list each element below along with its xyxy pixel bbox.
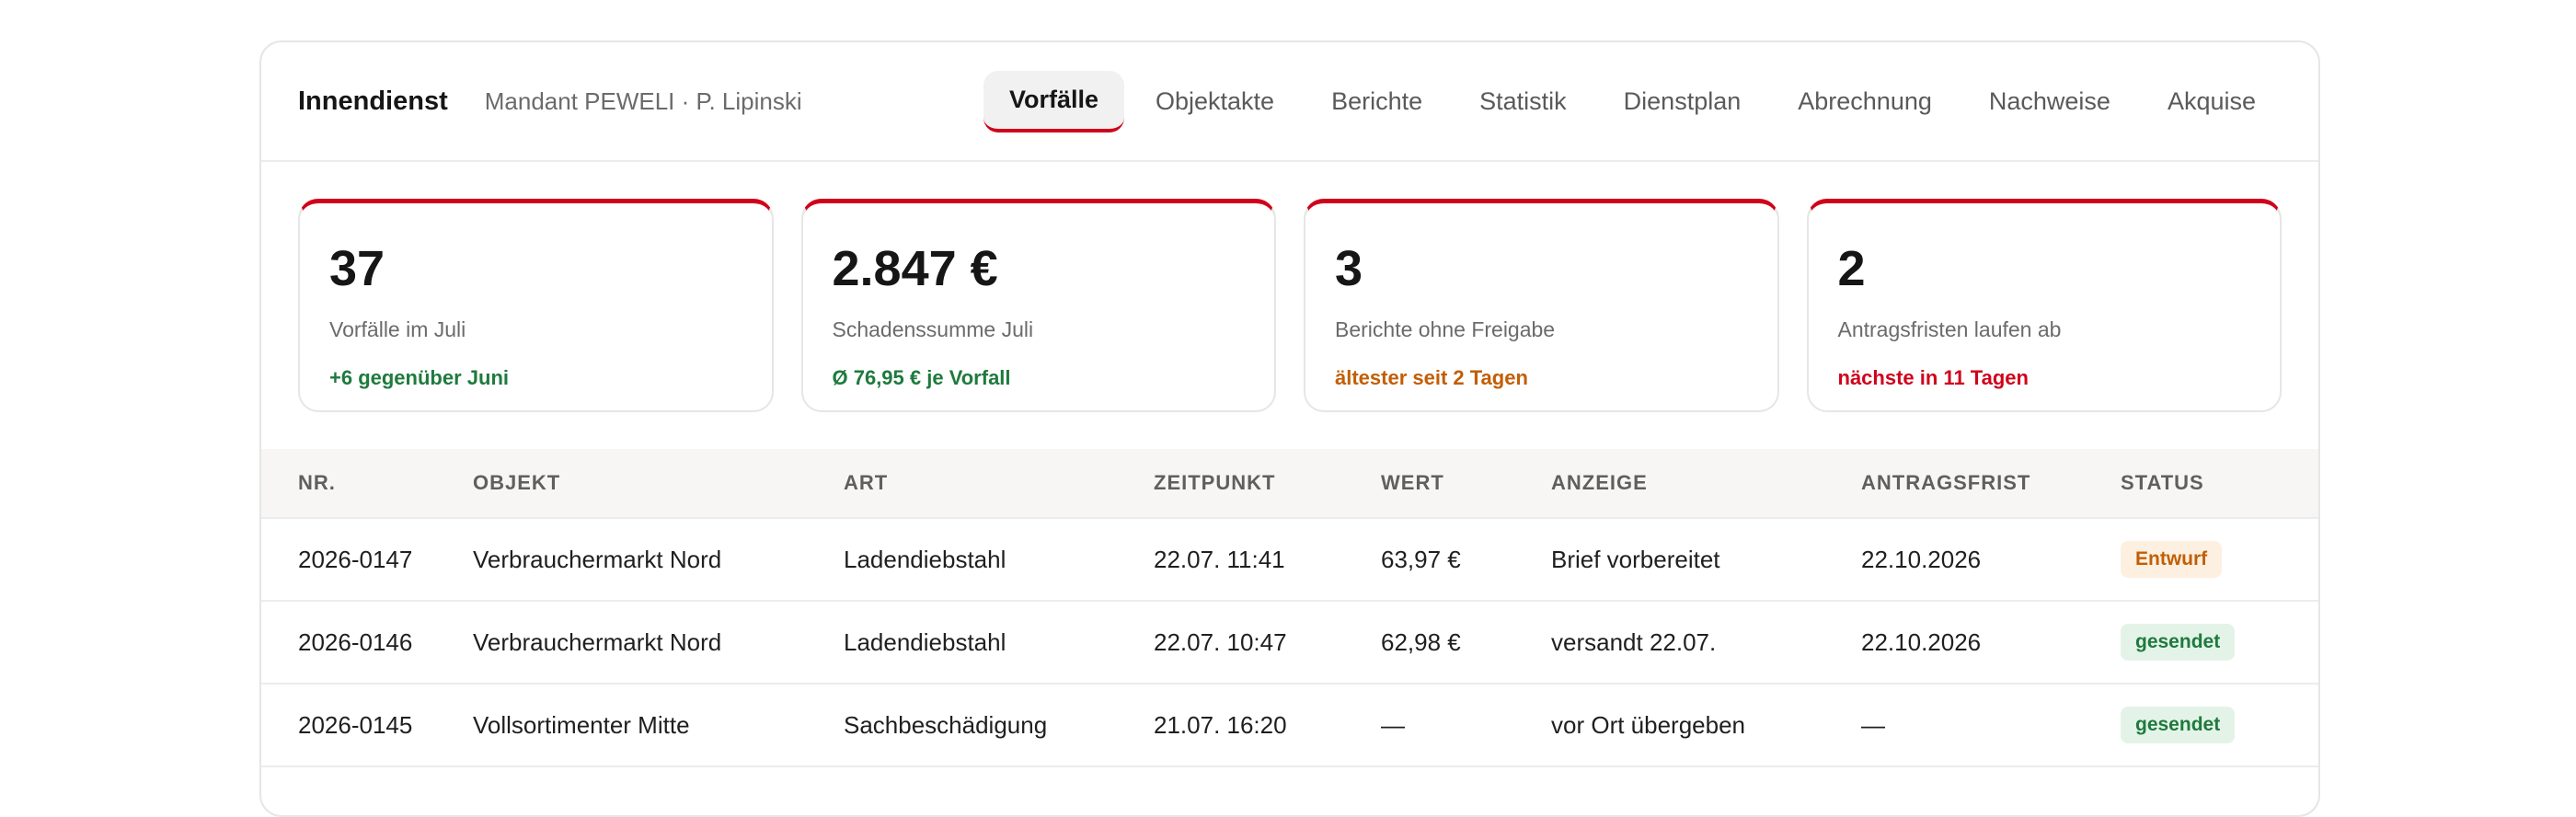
- cell-anzeige: vor Ort übergeben: [1551, 684, 1861, 767]
- tab-statistik[interactable]: Statistik: [1454, 73, 1593, 131]
- tab-vorfaelle[interactable]: Vorfälle: [983, 70, 1124, 132]
- kpi-value: 37: [329, 241, 385, 296]
- cell-objekt: Verbrauchermarkt Nord: [473, 601, 844, 685]
- column-header-objekt[interactable]: OBJEKT: [473, 449, 844, 519]
- column-header-art[interactable]: ART: [844, 449, 1154, 519]
- cell-zeitpunkt: 21.07. 16:20: [1154, 684, 1381, 767]
- status-badge: Entwurf: [2121, 541, 2223, 578]
- cell-nr: 2026-0147: [261, 518, 473, 602]
- kpi-card-deadlines: 2 Antragsfristen laufen ab nächste in 11…: [1806, 199, 2282, 412]
- kpi-note: ältester seit 2 Tagen: [1335, 366, 1528, 389]
- column-header-wert[interactable]: WERT: [1381, 449, 1551, 519]
- kpi-row: 37 Vorfälle im Juli +6 gegenüber Juni 2.…: [261, 162, 2318, 449]
- kpi-value: 2.847 €: [832, 241, 998, 296]
- column-header-status[interactable]: STATUS: [2121, 449, 2318, 519]
- cell-antragsfrist: 22.10.2026: [1861, 601, 2121, 685]
- kpi-value: 2: [1837, 241, 1866, 296]
- cell-objekt: Vollsortimenter Mitte: [473, 684, 844, 767]
- tab-objektakte[interactable]: Objektakte: [1130, 73, 1300, 131]
- kpi-card-reports-pending: 3 Berichte ohne Freigabe ältester seit 2…: [1304, 199, 1779, 412]
- kpi-label: Antragsfristen laufen ab: [1837, 317, 2062, 341]
- cell-anzeige: versandt 22.07.: [1551, 601, 1861, 685]
- cell-objekt: Verbrauchermarkt Nord: [473, 518, 844, 602]
- kpi-label: Vorfälle im Juli: [329, 317, 466, 341]
- app-title: Innendienst: [298, 86, 448, 116]
- cell-wert: 63,97 €: [1381, 518, 1551, 602]
- table-row[interactable]: 2026-0147 Verbrauchermarkt Nord Ladendie…: [261, 518, 2318, 602]
- cell-zeitpunkt: 22.07. 11:41: [1154, 518, 1381, 602]
- cell-art: Ladendiebstahl: [844, 601, 1154, 685]
- incidents-table: NR. OBJEKT ART ZEITPUNKT WERT ANZEIGE AN…: [261, 449, 2318, 767]
- kpi-note: Ø 76,95 € je Vorfall: [832, 366, 1011, 389]
- cell-art: Ladendiebstahl: [844, 518, 1154, 602]
- kpi-value: 3: [1335, 241, 1363, 296]
- kpi-card-damage-sum: 2.847 € Schadenssumme Juli Ø 76,95 € je …: [800, 199, 1276, 412]
- tab-dienstplan[interactable]: Dienstplan: [1598, 73, 1767, 131]
- tab-berichte[interactable]: Berichte: [1305, 73, 1448, 131]
- column-header-antragsfrist[interactable]: ANTRAGSFRIST: [1861, 449, 2121, 519]
- column-header-nr[interactable]: NR.: [261, 449, 473, 519]
- kpi-note: +6 gegenüber Juni: [329, 366, 509, 389]
- kpi-note: nächste in 11 Tagen: [1837, 366, 2029, 389]
- tab-abrechnung[interactable]: Abrechnung: [1772, 73, 1958, 131]
- cell-antragsfrist: —: [1861, 684, 2121, 767]
- table-row[interactable]: 2026-0145 Vollsortimenter Mitte Sachbesc…: [261, 684, 2318, 767]
- table-header-row: NR. OBJEKT ART ZEITPUNKT WERT ANZEIGE AN…: [261, 449, 2318, 519]
- cell-antragsfrist: 22.10.2026: [1861, 518, 2121, 602]
- cell-wert: 62,98 €: [1381, 601, 1551, 685]
- status-badge: gesendet: [2121, 707, 2236, 743]
- client-info: Mandant PEWELI · P. Lipinski: [484, 86, 802, 115]
- kpi-card-incidents: 37 Vorfälle im Juli +6 gegenüber Juni: [298, 199, 774, 412]
- cell-nr: 2026-0145: [261, 684, 473, 767]
- cell-status: gesendet: [2121, 684, 2318, 767]
- cell-nr: 2026-0146: [261, 601, 473, 685]
- cell-status: gesendet: [2121, 601, 2318, 685]
- incidents-panel: Innendienst Mandant PEWELI · P. Lipinski…: [259, 40, 2320, 817]
- table-row[interactable]: 2026-0146 Verbrauchermarkt Nord Ladendie…: [261, 601, 2318, 685]
- cell-status: Entwurf: [2121, 518, 2318, 602]
- main-nav: Vorfälle Objektakte Berichte Statistik D…: [978, 70, 2282, 132]
- tab-nachweise[interactable]: Nachweise: [1963, 73, 2136, 131]
- column-header-anzeige[interactable]: ANZEIGE: [1551, 449, 1861, 519]
- app-header: Innendienst Mandant PEWELI · P. Lipinski…: [261, 42, 2318, 162]
- kpi-label: Schadenssumme Juli: [832, 317, 1034, 341]
- kpi-label: Berichte ohne Freigabe: [1335, 317, 1556, 341]
- cell-zeitpunkt: 22.07. 10:47: [1154, 601, 1381, 685]
- cell-wert: —: [1381, 684, 1551, 767]
- column-header-zeitpunkt[interactable]: ZEITPUNKT: [1154, 449, 1381, 519]
- tab-akquise[interactable]: Akquise: [2142, 73, 2282, 131]
- status-badge: gesendet: [2121, 624, 2236, 661]
- cell-art: Sachbeschädigung: [844, 684, 1154, 767]
- cell-anzeige: Brief vorbereitet: [1551, 518, 1861, 602]
